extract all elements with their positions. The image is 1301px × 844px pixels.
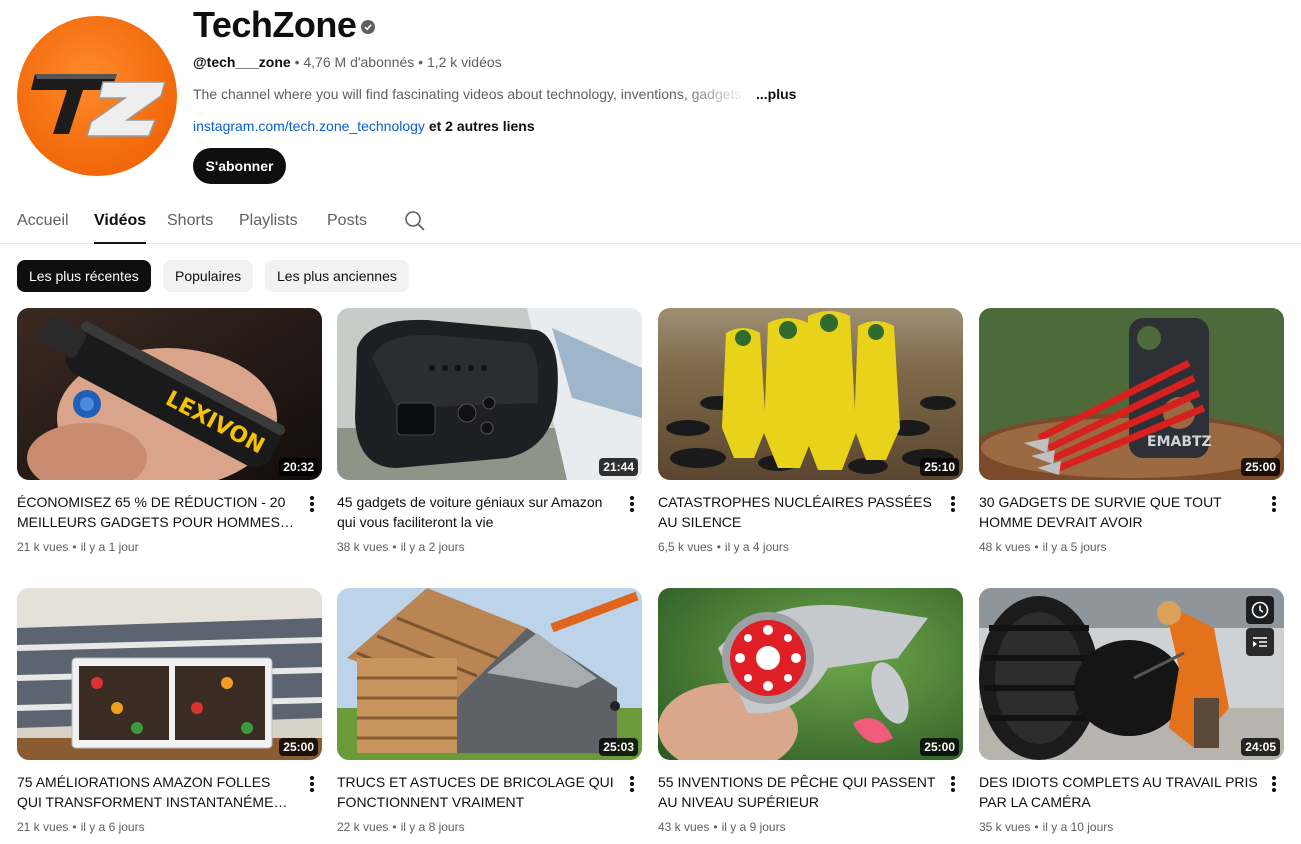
video-views: 6,5 k vues — [658, 540, 713, 554]
more-options-icon[interactable] — [1264, 494, 1284, 514]
video-count: 1,2 k vidéos — [426, 54, 502, 70]
video-title[interactable]: TRUCS ET ASTUCES DE BRICOLAGE QUI FONCTI… — [337, 772, 617, 812]
svg-text:TZ: TZ — [17, 16, 19, 17]
clock-icon[interactable] — [1246, 596, 1274, 624]
more-options-icon[interactable] — [622, 494, 642, 514]
tab-shorts[interactable]: Shorts — [167, 211, 213, 231]
video-meta: 22 k vues • il y a 8 jours — [337, 820, 465, 834]
channel-avatar: TZ — [17, 16, 177, 176]
chip-popular[interactable]: Populaires — [163, 260, 254, 292]
channel-links: instagram.com/tech.zone_technology et 2 … — [193, 117, 535, 135]
description-more-link[interactable]: ...plus — [756, 85, 796, 103]
channel-meta: @tech___zone • 4,76 M d'abonnés • 1,2 k … — [193, 54, 502, 70]
video-title[interactable]: 55 INVENTIONS DE PÊCHE QUI PASSENT AU NI… — [658, 772, 938, 812]
video-duration: 25:00 — [1241, 458, 1280, 476]
techzone-logo-icon: TZ — [17, 16, 166, 137]
channel-handle: @tech___zone — [193, 54, 291, 70]
video-duration: 24:05 — [1241, 738, 1280, 756]
video-thumbnail[interactable]: LEXIVON 20:32 — [17, 308, 322, 480]
description-text: The channel where you will find fascinat… — [193, 86, 746, 102]
video-thumbnail[interactable]: 25:10 — [658, 308, 963, 480]
subscriber-count: 4,76 M d'abonnés — [303, 54, 415, 70]
video-age: il y a 6 jours — [80, 820, 145, 834]
search-icon[interactable] — [404, 210, 426, 232]
more-options-icon[interactable] — [622, 774, 642, 794]
video-meta: 21 k vues • il y a 6 jours — [17, 820, 145, 834]
video-views: 35 k vues — [979, 820, 1031, 834]
video-thumbnail[interactable]: 25:00 — [658, 588, 963, 760]
video-title[interactable]: 45 gadgets de voiture géniaux sur Amazon… — [337, 492, 617, 532]
video-meta: 48 k vues • il y a 5 jours — [979, 540, 1107, 554]
video-age: il y a 5 jours — [1042, 540, 1107, 554]
video-thumbnail[interactable]: 24:05 — [979, 588, 1284, 760]
video-meta: 21 k vues • il y a 1 jour — [17, 540, 139, 554]
video-meta: 38 k vues • il y a 2 jours — [337, 540, 465, 554]
video-thumbnail[interactable]: 25:03 — [337, 588, 642, 760]
more-options-icon[interactable] — [1264, 774, 1284, 794]
more-options-icon[interactable] — [302, 494, 322, 514]
instagram-link[interactable]: instagram.com/tech.zone_technology — [193, 118, 425, 134]
more-links-button[interactable]: et 2 autres liens — [429, 118, 535, 134]
tab-accueil[interactable]: Accueil — [17, 211, 69, 231]
video-meta: 43 k vues • il y a 9 jours — [658, 820, 786, 834]
video-duration: 21:44 — [599, 458, 638, 476]
video-age: il y a 2 jours — [400, 540, 465, 554]
chip-oldest[interactable]: Les plus anciennes — [265, 260, 409, 292]
video-views: 48 k vues — [979, 540, 1031, 554]
video-age: il y a 9 jours — [721, 820, 786, 834]
tab-playlists[interactable]: Playlists — [239, 211, 298, 231]
video-duration: 25:00 — [279, 738, 318, 756]
video-title[interactable]: ÉCONOMISEZ 65 % DE RÉDUCTION - 20 MEILLE… — [17, 492, 297, 532]
video-views: 21 k vues — [17, 820, 69, 834]
verified-badge-icon — [361, 20, 375, 34]
video-thumbnail[interactable]: 21:44 — [337, 308, 642, 480]
video-age: il y a 1 jour — [80, 540, 139, 554]
channel-name: TechZone — [193, 4, 357, 45]
more-options-icon[interactable] — [943, 774, 963, 794]
video-views: 38 k vues — [337, 540, 389, 554]
add-to-queue-icon[interactable] — [1246, 628, 1274, 656]
video-thumbnail[interactable]: 25:00 — [17, 588, 322, 760]
emabtz-label: EMABTZ — [1147, 434, 1212, 450]
video-meta: 35 k vues • il y a 10 jours — [979, 820, 1114, 834]
video-duration: 20:32 — [279, 458, 318, 476]
tab-posts[interactable]: Posts — [327, 211, 367, 231]
video-title[interactable]: DES IDIOTS COMPLETS AU TRAVAIL PRIS PAR … — [979, 772, 1259, 812]
video-thumbnail[interactable]: EMABTZ 25:00 — [979, 308, 1284, 480]
tab-videos[interactable]: Vidéos — [94, 211, 147, 244]
subscribe-button[interactable]: S'abonner — [193, 148, 286, 184]
video-age: il y a 10 jours — [1042, 820, 1114, 834]
video-duration: 25:10 — [920, 458, 959, 476]
video-title[interactable]: 30 GADGETS DE SURVIE QUE TOUT HOMME DEVR… — [979, 492, 1259, 532]
channel-tabs: Accueil Vidéos Shorts Playlists Posts — [0, 200, 1301, 244]
chip-most-recent[interactable]: Les plus récentes — [17, 260, 151, 292]
video-duration: 25:03 — [599, 738, 638, 756]
more-options-icon[interactable] — [943, 494, 963, 514]
video-title[interactable]: CATASTROPHES NUCLÉAIRES PASSÉES AU SILEN… — [658, 492, 938, 532]
video-meta: 6,5 k vues • il y a 4 jours — [658, 540, 789, 554]
video-views: 22 k vues — [337, 820, 389, 834]
video-age: il y a 8 jours — [400, 820, 465, 834]
video-views: 21 k vues — [17, 540, 69, 554]
video-duration: 25:00 — [920, 738, 959, 756]
video-age: il y a 4 jours — [724, 540, 789, 554]
video-title[interactable]: 75 AMÉLIORATIONS AMAZON FOLLES QUI TRANS… — [17, 772, 297, 812]
channel-description[interactable]: The channel where you will find fascinat… — [193, 85, 796, 103]
more-options-icon[interactable] — [302, 774, 322, 794]
video-views: 43 k vues — [658, 820, 710, 834]
